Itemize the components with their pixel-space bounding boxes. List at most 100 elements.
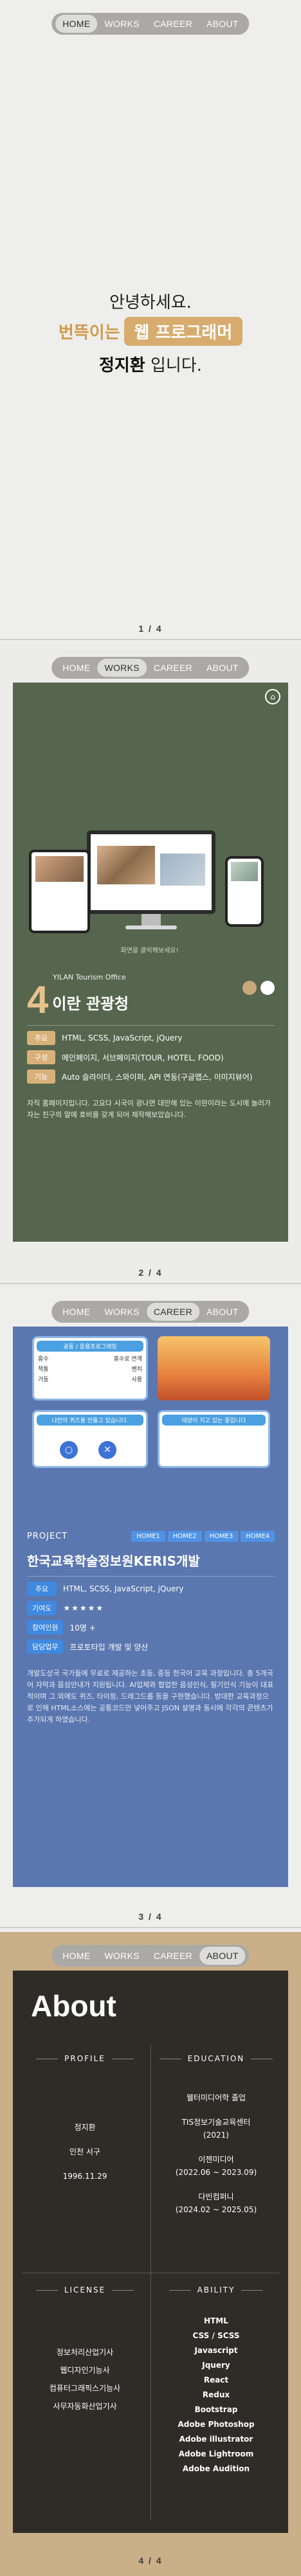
ability-item: Adobe illustrator xyxy=(179,2435,253,2444)
info-tag: 주요 xyxy=(27,1582,57,1596)
section-career: HOME WORKS CAREER ABOUT 공동 / 응용프로그래밍 흥수 흥… xyxy=(0,1288,301,1932)
person-name: 정지환 xyxy=(98,356,145,375)
nav-about[interactable]: ABOUT xyxy=(199,1303,246,1321)
divider xyxy=(0,1927,301,1928)
nav-about[interactable]: ABOUT xyxy=(199,659,246,677)
home1-button[interactable]: HOME1 xyxy=(131,1531,165,1542)
quiz-header-2: 태양이 지고 있는 중입니다 xyxy=(162,1415,266,1426)
project-label: PROJECT xyxy=(27,1532,68,1541)
profile-body: 정지환 인천 서구 1996.11.29 xyxy=(22,2121,148,2183)
nav-about[interactable]: ABOUT xyxy=(199,15,246,33)
nav-home[interactable]: HOME xyxy=(55,1303,97,1321)
education-body: 웰터미디어학 졸업 TIS정보기술교육센터 (2021) 이젠미디어 (2022… xyxy=(153,2091,279,2216)
quiz-card-3: 태양이 지고 있는 중입니다 xyxy=(158,1410,270,1468)
slide-dot-1[interactable] xyxy=(242,981,257,995)
info-row: 주요 HTML, SCSS, JavaScript, jQuery xyxy=(27,1582,275,1596)
phone-mockup xyxy=(225,856,264,927)
quiz-cell: 흥수 xyxy=(38,1356,49,1363)
rating-stars: ★★★★★ xyxy=(63,1604,105,1613)
education-line: TIS정보기술교육센터 xyxy=(181,2118,251,2127)
home-buttons: HOME1 HOME2 HOME3 HOME4 xyxy=(131,1531,275,1542)
quiz-row: 가동 사용 xyxy=(38,1375,142,1383)
slide-dot-2[interactable] xyxy=(260,981,275,995)
info-text: 10명 + xyxy=(69,1623,96,1632)
hero-line-2: 번뜩이는 웹 프로그래머 xyxy=(0,317,301,346)
home3-button[interactable]: HOME3 xyxy=(204,1531,239,1542)
home2-button[interactable]: HOME2 xyxy=(167,1531,202,1542)
info-text: Auto 슬라이더, 스와이퍼, API 연동(구글맵스, 이미지뷰어) xyxy=(62,1072,253,1082)
project-header: PROJECT HOME1 HOME2 HOME3 HOME4 xyxy=(27,1531,275,1542)
nav-home[interactable]: HOME xyxy=(55,15,98,33)
profile-card: PROFILE 정지환 인천 서구 1996.11.29 xyxy=(22,2054,148,2183)
nav-works[interactable]: WORKS xyxy=(97,659,147,677)
screenshot-image xyxy=(35,856,84,882)
education-line: (2021) xyxy=(203,2131,229,2140)
about-panel: About PROFILE 정지환 인천 서구 1996.11.29 EDUCA… xyxy=(13,1971,288,2533)
info-tag: 기능 xyxy=(27,1069,55,1084)
nav-works[interactable]: WORKS xyxy=(97,15,146,33)
screenshot-image xyxy=(160,854,205,886)
monitor-screen xyxy=(91,834,212,910)
quiz-row: 흥수 흥수로 연계 xyxy=(38,1354,142,1363)
profile-line: 인천 서구 xyxy=(69,2147,100,2156)
project-title: 한국교육학술정보원KERIS개발 xyxy=(27,1553,200,1569)
divider xyxy=(0,639,301,640)
profile-line: 정지환 xyxy=(74,2123,96,2132)
nav-works[interactable]: WORKS xyxy=(97,1947,146,1965)
tablet-mockup xyxy=(29,850,90,933)
nav-career[interactable]: CAREER xyxy=(147,1947,199,1965)
page-indicator: 4 / 4 xyxy=(138,2555,163,2566)
license-body: 정보처리산업기사 웹디자인기능사 컴퓨터그래픽스기능사 사무자동화산업기사 xyxy=(22,2346,148,2413)
section-about: HOME WORKS CAREER ABOUT About PROFILE 정지… xyxy=(0,1932,301,2576)
divider xyxy=(27,1576,275,1577)
license-line: 사무자동화산업기사 xyxy=(53,2402,117,2411)
info-row: 기여도 ★★★★★ xyxy=(27,1601,275,1615)
device-mockup[interactable]: 화면을 클릭해보세요! xyxy=(29,818,270,959)
circle-icon[interactable]: ○ xyxy=(60,1441,78,1459)
info-tag: 주요 xyxy=(27,1031,55,1045)
section-intro: HOME WORKS CAREER ABOUT 안녕하세요. 번뜩이는 웹 프로… xyxy=(0,0,301,644)
nav-home[interactable]: HOME xyxy=(55,1947,97,1965)
nav-about[interactable]: ABOUT xyxy=(199,1947,246,1965)
mockup-caption: 화면을 클릭해보세요! xyxy=(120,947,179,954)
profile-line: 1996.11.29 xyxy=(62,2172,107,2181)
nav-bar: HOME WORKS CAREER ABOUT xyxy=(51,1945,250,1967)
project-subtitle: YILAN Tourism Office xyxy=(53,973,126,981)
license-card: LICENSE 정보처리산업기사 웹디자인기능사 컴퓨터그래픽스기능사 사무자동… xyxy=(22,2285,148,2413)
page-indicator: 3 / 4 xyxy=(138,1911,163,1922)
home-icon[interactable]: ⌂ xyxy=(265,689,280,704)
education-line: 다빈컴퍼니 xyxy=(198,2192,234,2201)
quiz-cell: 흥수로 연계 xyxy=(113,1356,142,1363)
info-row: 주요 HTML, SCSS, JavaScript, jQuery xyxy=(27,1031,275,1045)
nav-career[interactable]: CAREER xyxy=(146,1303,200,1321)
education-line: (2022.06 ~ 2023.09) xyxy=(175,2168,257,2177)
page-indicator: 2 / 4 xyxy=(138,1267,163,1278)
name-suffix: 입니다. xyxy=(150,356,203,375)
project-panel: 공동 / 응용프로그래밍 흥수 흥수로 연계 책통 벤치 가동 사용 나만의 퀴즈를 … xyxy=(13,1327,288,1887)
cross-icon[interactable]: ✕ xyxy=(98,1441,116,1459)
divider xyxy=(150,2044,151,2520)
slide-dots xyxy=(242,981,275,995)
ability-item: Bootstrap xyxy=(194,2405,238,2414)
info-text: HTML, SCSS, JavaScript, jQuery xyxy=(62,1033,183,1042)
nav-bar: HOME WORKS CAREER ABOUT xyxy=(51,13,250,35)
quiz-cell: 벤치 xyxy=(131,1366,142,1373)
license-line: 정보처리산업기사 xyxy=(56,2348,114,2357)
quiz-cell: 가동 xyxy=(38,1377,49,1383)
quiz-row: 책통 벤치 xyxy=(38,1364,142,1373)
project-title-row: 4 이란 관광청 xyxy=(27,981,275,1019)
info-row: 참여인원 10명 + xyxy=(27,1620,275,1634)
nav-career[interactable]: CAREER xyxy=(147,659,199,677)
desert-image xyxy=(158,1336,270,1400)
education-line: (2024.02 ~ 2025.05) xyxy=(175,2205,257,2214)
divider xyxy=(27,1025,275,1026)
nav-works[interactable]: WORKS xyxy=(97,1303,146,1321)
nav-career[interactable]: CAREER xyxy=(147,15,199,33)
nav-home[interactable]: HOME xyxy=(55,659,97,677)
ability-title: ABILITY xyxy=(153,2285,279,2294)
monitor-mockup xyxy=(87,830,215,914)
project-preview[interactable]: 공동 / 응용프로그래밍 흥수 흥수로 연계 책통 벤치 가동 사용 나만의 퀴즈를 … xyxy=(32,1336,270,1471)
home4-button[interactable]: HOME4 xyxy=(241,1531,275,1542)
profile-title: PROFILE xyxy=(22,2054,148,2063)
license-line: 컴퓨터그래픽스기능사 xyxy=(49,2384,121,2393)
